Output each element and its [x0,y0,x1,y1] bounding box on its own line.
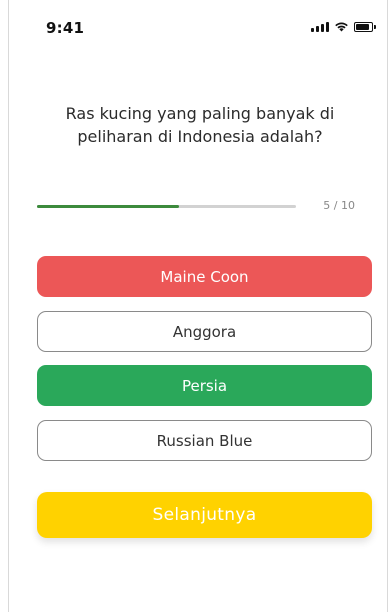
status-bar: 9:41 [0,0,390,50]
progress-label: 5 / 10 [323,199,355,212]
answer-option-maine-coon[interactable]: Maine Coon [37,256,372,297]
status-icons [311,21,376,32]
answer-option-label: Anggora [172,322,237,341]
next-button[interactable]: Selanjutnya [37,492,372,538]
answer-option-persia[interactable]: Persia [37,365,372,406]
status-time: 9:41 [46,19,85,37]
answer-option-russian-blue[interactable]: Russian Blue [37,420,372,461]
signal-icon [311,21,329,32]
progress-bar [37,205,296,208]
question-text: Ras kucing yang paling banyak di pelihar… [65,104,335,146]
answer-option-label: Russian Blue [156,431,253,450]
answer-option-label: Maine Coon [160,267,249,286]
answer-option-label: Persia [181,376,228,395]
battery-icon [354,21,376,32]
progress-fill [37,205,180,208]
answer-option-anggora[interactable]: Anggora [37,311,372,352]
wifi-icon [335,22,348,32]
